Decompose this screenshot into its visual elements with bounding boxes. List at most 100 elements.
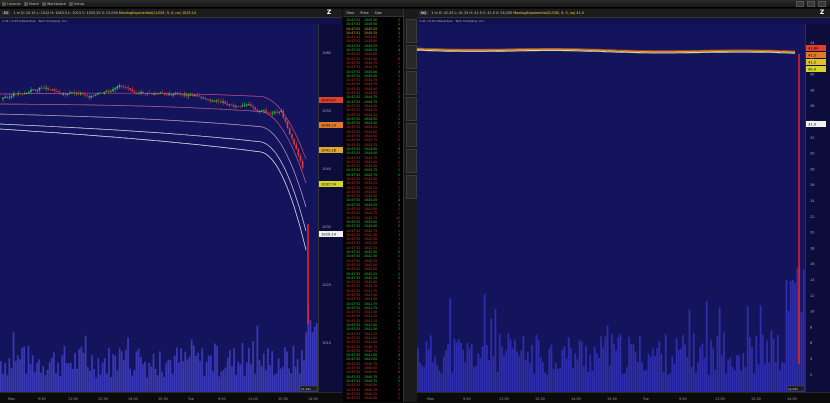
candle-body [90,96,93,98]
volume-bar [76,368,79,392]
volume-bar [776,334,779,392]
volume-bar [0,361,2,392]
right-price-plot[interactable]: 1s 10s [417,24,805,392]
candle-body [79,93,82,95]
left-price-plot[interactable]: 1s 10s [0,24,318,392]
price-axis-label: 1060 [322,51,331,55]
volume-bar [658,341,661,392]
toolbar-setup-button[interactable]: Setup [68,1,84,6]
toolbar-workspace-button[interactable]: Workspace [41,1,66,6]
volume-bar [757,364,760,392]
volume-bar [645,370,648,392]
maximize-button[interactable] [807,0,815,7]
volume-bar [184,351,187,392]
time-axis-label: 9:30 [38,397,46,401]
volume-bar [239,364,242,392]
volume-bar [284,347,286,392]
candle-body [21,93,24,95]
candle-body [140,92,142,94]
candle-body [226,103,228,106]
col-size[interactable]: Size [375,9,382,16]
zoom-icon[interactable]: Z [326,9,332,16]
side-tab[interactable] [406,123,417,147]
time-sales-list[interactable]: 10:47:52 1045.50 2 10:47:52 1045.50 1 10:47:52… [343,18,403,402]
candle-body [232,104,235,107]
volume-bar [561,350,564,392]
volume-bar [301,350,303,392]
volume-bar [533,373,536,392]
volume-bar [438,370,441,392]
volume-bar [507,333,510,392]
volume-bar [639,336,641,392]
volume-bar [110,376,112,392]
volume-bar [617,337,620,392]
volume-bar [697,362,699,392]
candle-body [284,117,287,122]
volume-bar [544,372,546,392]
candle-body [165,94,168,96]
volume-bar [313,326,316,392]
col-time[interactable]: Time [346,9,354,16]
price-axis-label: 30 [810,152,814,156]
volume-bar [271,351,274,392]
side-tab[interactable] [406,71,417,95]
candle-body [222,101,224,103]
volume-bar [574,353,577,392]
col-price[interactable]: Price [360,9,368,16]
volume-bar [455,342,458,392]
volume-bar [485,345,488,392]
candle-body [185,94,188,97]
volume-bar [69,362,72,392]
candle-body [196,95,198,96]
volume-bar [634,351,637,392]
candle-body [34,89,37,91]
volume-bar [167,359,170,392]
volume-bar [144,361,146,392]
volume-bar [38,359,40,392]
volume-bar [296,359,299,392]
volume-bar [275,373,278,392]
side-tab[interactable] [406,149,417,173]
minimize-button[interactable] [796,0,804,7]
candle-body [172,94,175,96]
candle-body [224,101,226,104]
side-tab[interactable] [406,175,417,199]
right-symbol[interactable]: NQ [419,11,429,15]
volume-bar [766,340,768,392]
zoom-icon[interactable]: Z [819,9,825,16]
volume-bar [6,375,9,392]
close-button[interactable] [818,0,826,7]
toolbar-share-button[interactable]: Share [23,1,39,6]
candle-body [176,93,179,95]
left-symbol[interactable]: ES [2,11,11,15]
volume-bar [169,360,172,392]
volume-bar [716,335,719,392]
candle-body [282,110,285,118]
volume-bar [781,362,784,392]
time-axis-label: 12:30 [278,397,288,401]
price-tag-value: 40.9 [808,68,817,72]
candle-body [77,92,80,95]
volume-bar [548,348,551,392]
volume-bar [57,362,59,392]
toolbar-layouts-button[interactable]: Layouts [2,1,21,6]
volume-bar [606,325,609,392]
right-price-axis: 4442403836343230282624222018161412108642… [805,24,830,392]
candle-body [125,86,127,88]
candle-body [109,90,112,92]
side-tab[interactable] [406,97,417,121]
volume-bar [692,333,695,392]
volume-bar [214,343,216,392]
volume-bar [460,343,462,392]
price-tag-value: 1029.14 [321,233,337,237]
volume-bar [423,367,426,392]
candle-body [276,111,278,113]
volume-bar [260,366,263,392]
side-tab[interactable] [406,45,417,69]
candle-body [101,92,103,94]
volume-bar [199,361,201,392]
time-axis-label: 12:30 [535,397,545,401]
price-tag-value: 1041.18 [321,149,337,153]
volume-bar [33,372,36,392]
side-tab[interactable] [406,19,417,43]
